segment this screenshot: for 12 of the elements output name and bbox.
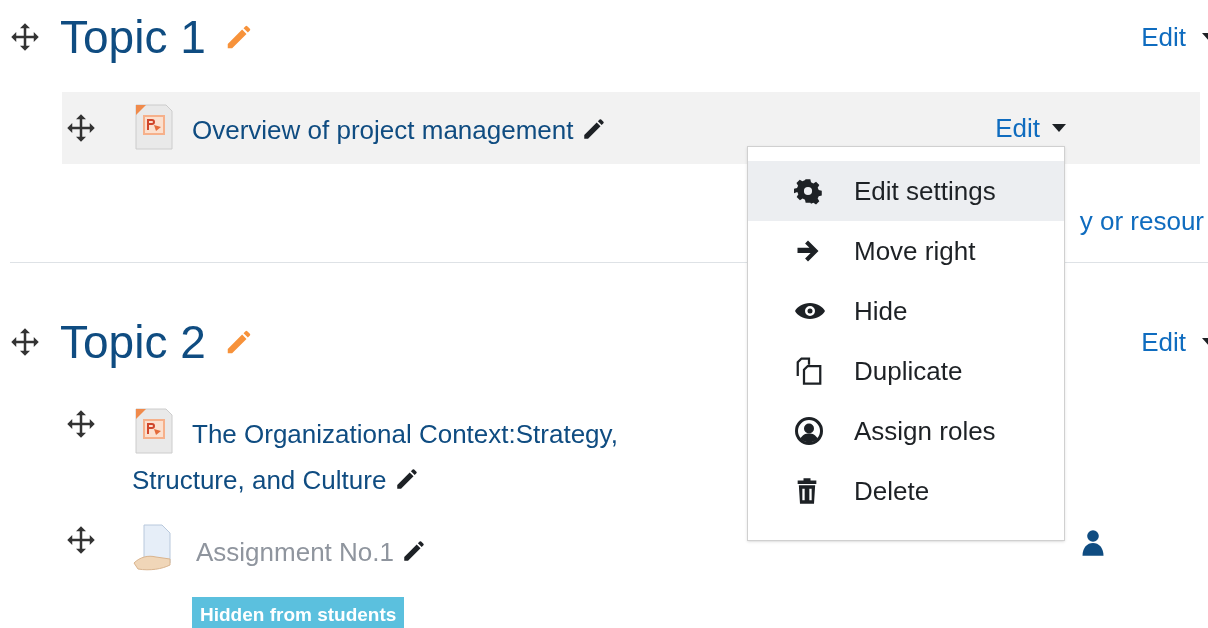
menu-item[interactable]: Duplicate xyxy=(748,341,1064,401)
activity-link[interactable]: Overview of project management xyxy=(132,101,607,155)
edit-menu-link[interactable]: Edit xyxy=(1141,17,1208,57)
menu-item[interactable]: Delete xyxy=(748,461,1064,521)
hidden-badge: Hidden from students xyxy=(192,597,405,628)
edit-menu-link[interactable]: Edit xyxy=(995,108,1066,148)
menu-item[interactable]: Edit settings xyxy=(748,161,1064,221)
menu-item[interactable]: Hide xyxy=(748,281,1064,341)
activity-link[interactable]: The Organizational Context:Strategy, Structure, and Culture xyxy=(132,405,692,505)
menu-item[interactable]: Move right xyxy=(748,221,1064,281)
menu-item[interactable]: Assign roles xyxy=(748,401,1064,461)
edit-menu-link[interactable]: Edit xyxy=(1141,322,1208,362)
